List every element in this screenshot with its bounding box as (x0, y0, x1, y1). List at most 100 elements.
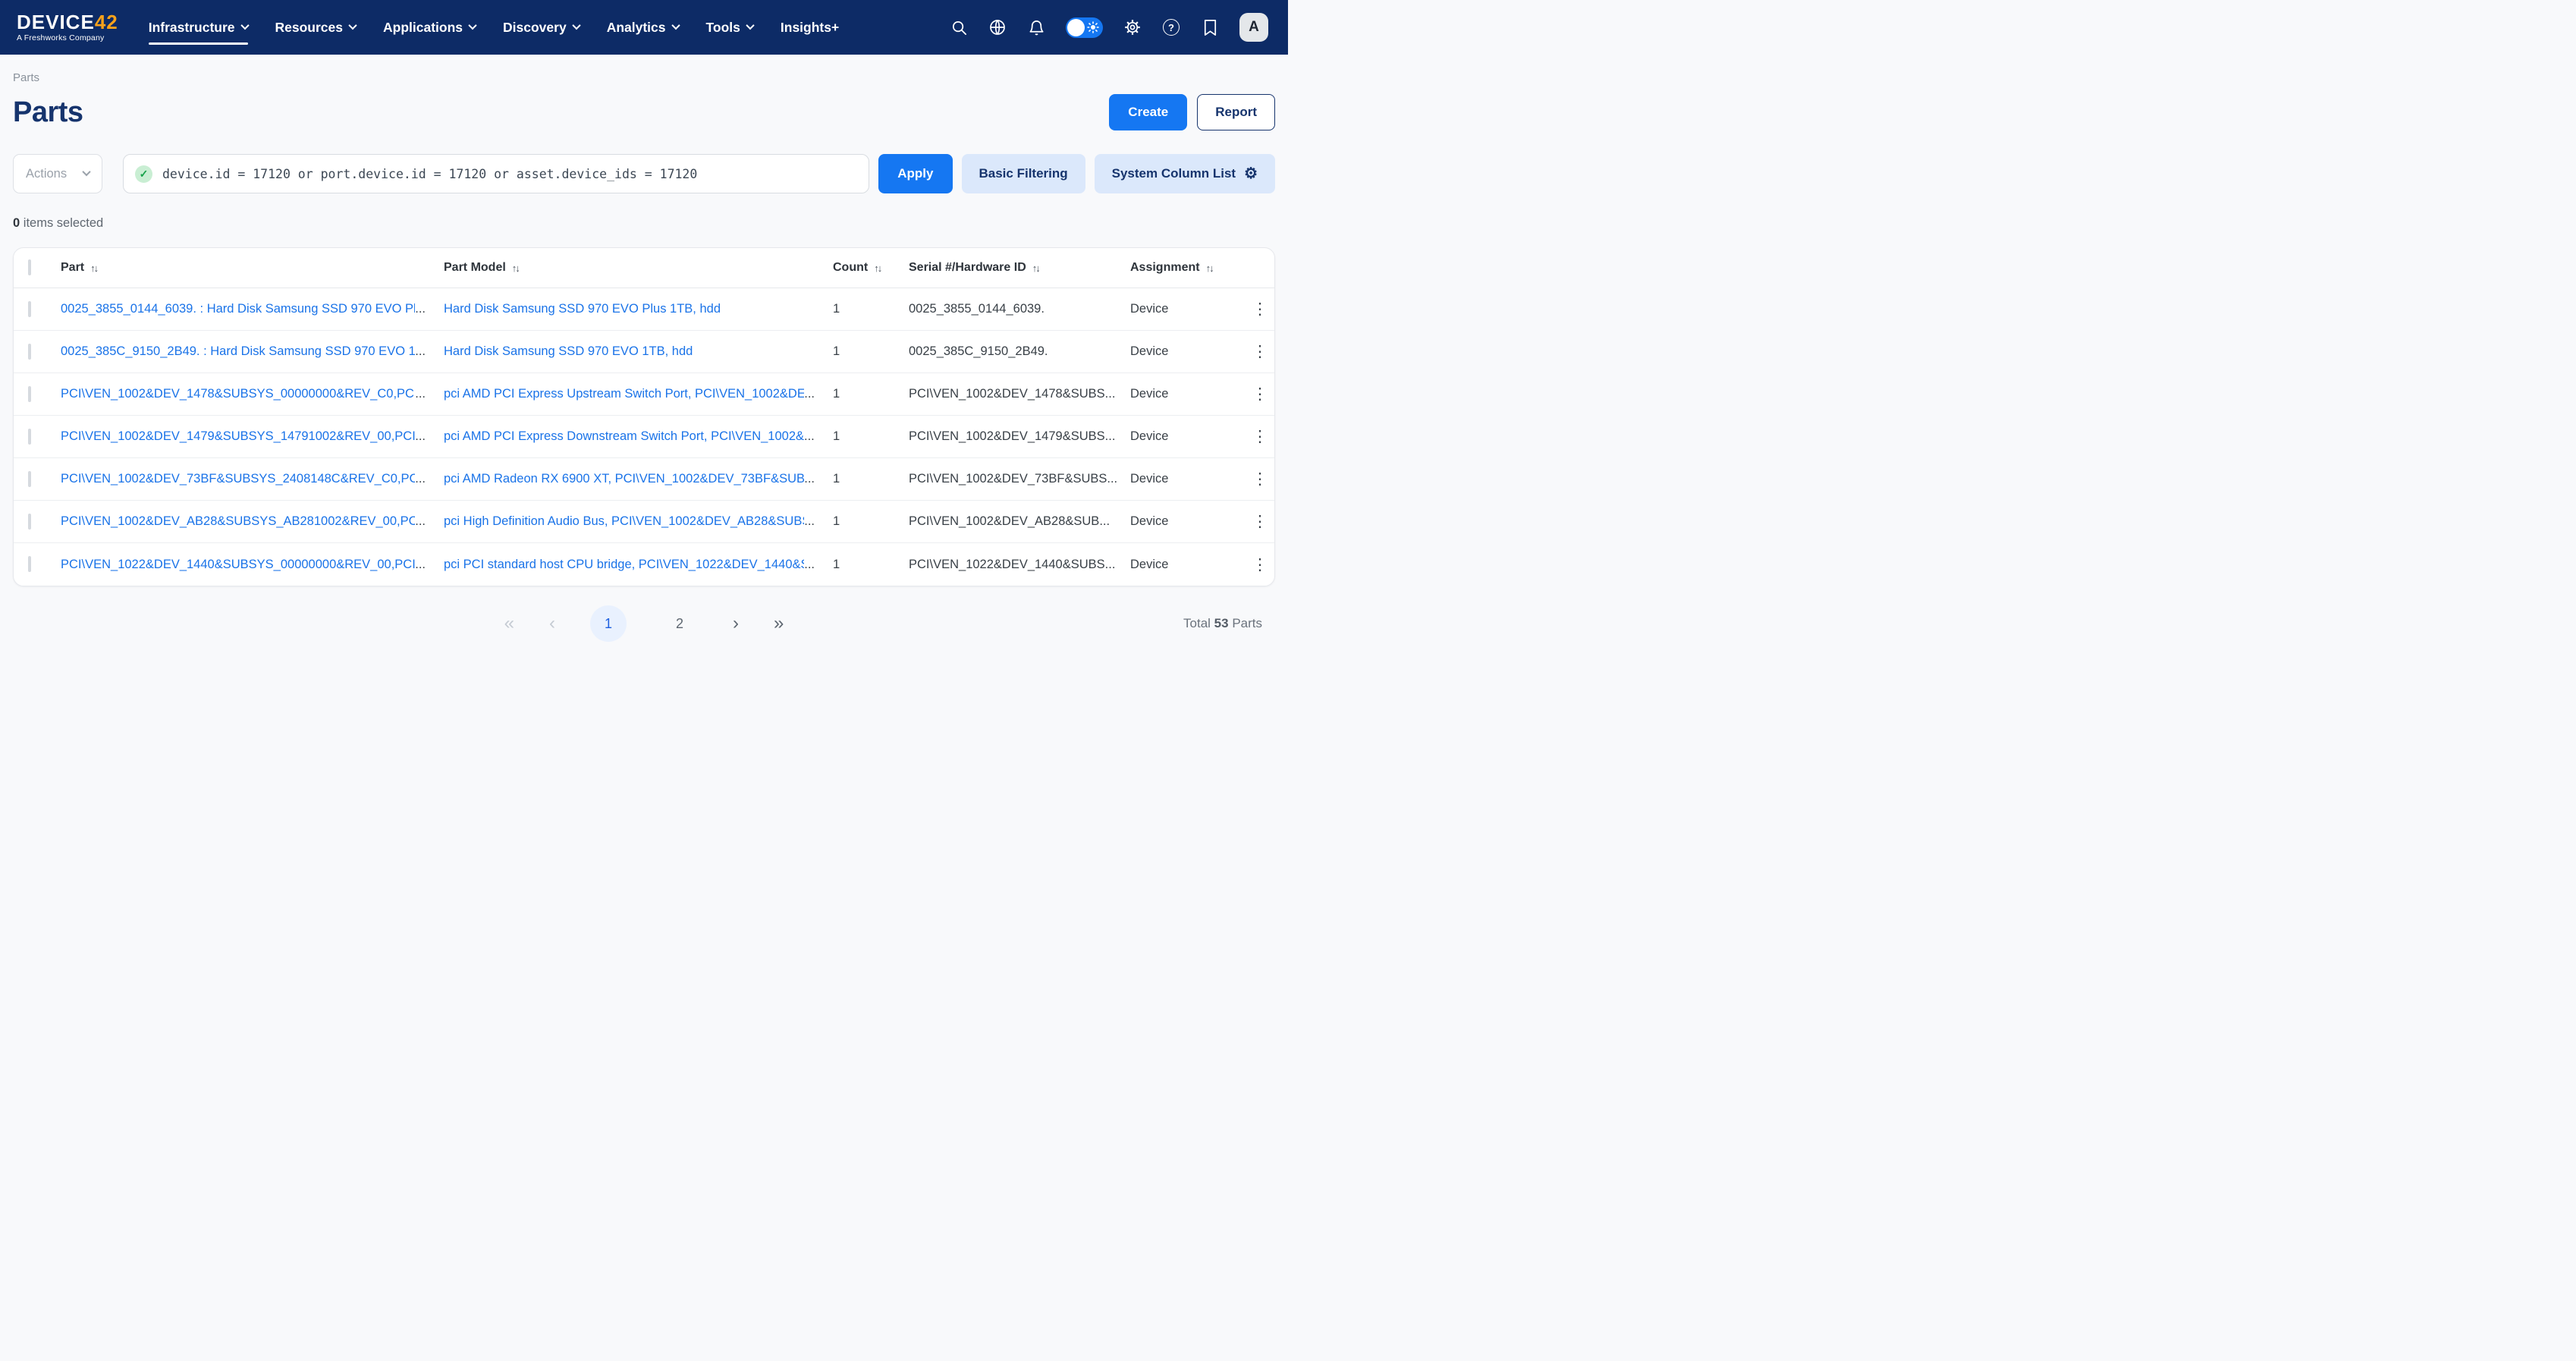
table-row: PCI\VEN_1002&DEV_73BF&SUBSYS_2408148C&RE… (14, 458, 1274, 501)
truncation-ellipsis: ... (415, 387, 426, 401)
device42-logo[interactable]: DEVICE42 A Freshworks Company (17, 12, 118, 42)
filter-query-input[interactable]: ✓ device.id = 17120 or port.device.id = … (123, 154, 869, 193)
system-column-list-button[interactable]: System Column List ⚙ (1095, 154, 1275, 193)
serial-value: 0025_3855_0144_6039. (909, 302, 1045, 316)
gear-icon[interactable] (1123, 18, 1142, 36)
row-checkbox[interactable] (28, 301, 31, 317)
serial-value: 0025_385C_9150_2B49. (909, 344, 1048, 359)
assignment-value: Device (1130, 558, 1168, 572)
part-link[interactable]: PCI\VEN_1002&DEV_AB28&SUBSYS_AB281002&RE… (61, 514, 415, 529)
row-checkbox[interactable] (28, 429, 31, 445)
row-menu-kebab-icon[interactable]: ⋮ (1246, 470, 1274, 489)
logo-accent: 42 (95, 11, 118, 33)
part-link[interactable]: PCI\VEN_1022&DEV_1440&SUBSYS_00000000&RE… (61, 558, 415, 572)
part-link[interactable]: 0025_3855_0144_6039. : Hard Disk Samsung… (61, 302, 415, 316)
help-icon[interactable]: ? (1162, 18, 1180, 36)
top-navbar: DEVICE42 A Freshworks Company Infrastruc… (0, 0, 1288, 55)
nav-item-applications[interactable]: Applications (383, 0, 476, 55)
count-value: 1 (833, 514, 840, 529)
row-menu-kebab-icon[interactable]: ⋮ (1246, 512, 1274, 531)
globe-icon[interactable] (988, 18, 1007, 36)
row-checkbox[interactable] (28, 556, 31, 572)
part-link[interactable]: PCI\VEN_1002&DEV_1478&SUBSYS_00000000&RE… (61, 387, 415, 401)
row-menu-kebab-icon[interactable]: ⋮ (1246, 300, 1274, 319)
first-page-button[interactable]: « (504, 614, 514, 633)
avatar[interactable]: A (1239, 13, 1268, 42)
row-checkbox[interactable] (28, 386, 31, 402)
nav-item-infrastructure[interactable]: Infrastructure (149, 0, 248, 55)
filter-query-text: device.id = 17120 or port.device.id = 17… (162, 167, 697, 181)
part-model-link[interactable]: pci High Definition Audio Bus, PCI\VEN_1… (444, 514, 804, 529)
page-title: Parts (13, 96, 83, 129)
part-model-link[interactable]: pci PCI standard host CPU bridge, PCI\VE… (444, 558, 804, 572)
nav-item-insights[interactable]: Insights+ (781, 0, 839, 55)
breadcrumb[interactable]: Parts (13, 71, 39, 84)
count-value: 1 (833, 344, 840, 359)
page-button-1[interactable]: 1 (590, 605, 627, 642)
truncation-ellipsis: ... (1099, 514, 1110, 529)
row-menu-kebab-icon[interactable]: ⋮ (1246, 555, 1274, 574)
page-button-2[interactable]: 2 (661, 605, 698, 642)
chevron-down-icon (82, 167, 90, 175)
actions-dropdown[interactable]: Actions (13, 154, 102, 193)
apply-button[interactable]: Apply (878, 154, 952, 193)
pagination: « ‹ 1 2 › » Total 53 Parts (13, 605, 1275, 643)
serial-value: PCI\VEN_1002&DEV_AB28&SUB (909, 514, 1099, 529)
part-model-link[interactable]: Hard Disk Samsung SSD 970 EVO Plus 1TB, … (444, 302, 721, 316)
parts-table: Part↑↓ Part Model↑↓ Count↑↓ Serial #/Har… (13, 247, 1275, 586)
truncation-ellipsis: ... (1105, 387, 1116, 401)
nav-item-discovery[interactable]: Discovery (503, 0, 580, 55)
row-checkbox[interactable] (28, 514, 31, 530)
part-link[interactable]: PCI\VEN_1002&DEV_73BF&SUBSYS_2408148C&RE… (61, 472, 415, 486)
column-header-count[interactable]: Count↑↓ (833, 261, 909, 275)
bookmark-icon[interactable] (1201, 18, 1219, 36)
next-page-button[interactable]: › (733, 614, 739, 633)
row-menu-kebab-icon[interactable]: ⋮ (1246, 385, 1274, 404)
assignment-value: Device (1130, 387, 1168, 401)
nav-item-analytics[interactable]: Analytics (607, 0, 679, 55)
truncation-ellipsis: ... (415, 472, 426, 486)
row-checkbox[interactable] (28, 344, 31, 360)
row-menu-kebab-icon[interactable]: ⋮ (1246, 427, 1274, 446)
bell-icon[interactable] (1027, 18, 1045, 36)
column-header-part-model[interactable]: Part Model↑↓ (444, 261, 833, 275)
toggle-knob (1067, 19, 1085, 36)
report-button[interactable]: Report (1197, 94, 1275, 130)
count-value: 1 (833, 558, 840, 572)
chevron-down-icon (240, 20, 249, 29)
part-model-link[interactable]: pci AMD PCI Express Downstream Switch Po… (444, 429, 804, 444)
truncation-ellipsis: ... (804, 387, 815, 401)
column-header-assignment[interactable]: Assignment↑↓ (1130, 261, 1246, 275)
part-model-link[interactable]: pci AMD PCI Express Upstream Switch Port… (444, 387, 804, 401)
sun-icon (1087, 21, 1099, 33)
assignment-value: Device (1130, 344, 1168, 359)
table-row: 0025_3855_0144_6039. : Hard Disk Samsung… (14, 288, 1274, 331)
search-icon[interactable] (950, 18, 968, 36)
basic-filtering-button[interactable]: Basic Filtering (962, 154, 1085, 193)
gear-icon: ⚙ (1244, 166, 1258, 181)
last-page-button[interactable]: » (774, 614, 784, 633)
assignment-value: Device (1130, 514, 1168, 529)
chevron-down-icon (671, 20, 680, 29)
column-header-serial[interactable]: Serial #/Hardware ID↑↓ (909, 261, 1130, 275)
nav-item-tools[interactable]: Tools (706, 0, 753, 55)
select-all-checkbox[interactable] (28, 259, 31, 275)
truncation-ellipsis: ... (415, 344, 426, 359)
table-row: PCI\VEN_1022&DEV_1440&SUBSYS_00000000&RE… (14, 543, 1274, 586)
chevron-down-icon (348, 20, 357, 29)
part-link[interactable]: 0025_385C_9150_2B49. : Hard Disk Samsung… (61, 344, 415, 359)
row-checkbox[interactable] (28, 471, 31, 487)
truncation-ellipsis: ... (415, 302, 426, 316)
truncation-ellipsis: ... (804, 514, 815, 529)
part-link[interactable]: PCI\VEN_1002&DEV_1479&SUBSYS_14791002&RE… (61, 429, 415, 444)
part-model-link[interactable]: pci AMD Radeon RX 6900 XT, PCI\VEN_1002&… (444, 472, 804, 486)
prev-page-button[interactable]: ‹ (549, 614, 555, 633)
theme-toggle[interactable] (1066, 17, 1103, 38)
create-button[interactable]: Create (1109, 94, 1187, 130)
nav-item-resources[interactable]: Resources (275, 0, 357, 55)
column-header-part[interactable]: Part↑↓ (61, 261, 444, 275)
part-model-link[interactable]: Hard Disk Samsung SSD 970 EVO 1TB, hdd (444, 344, 693, 359)
valid-check-icon: ✓ (135, 165, 152, 183)
table-row: 0025_385C_9150_2B49. : Hard Disk Samsung… (14, 331, 1274, 373)
row-menu-kebab-icon[interactable]: ⋮ (1246, 342, 1274, 361)
